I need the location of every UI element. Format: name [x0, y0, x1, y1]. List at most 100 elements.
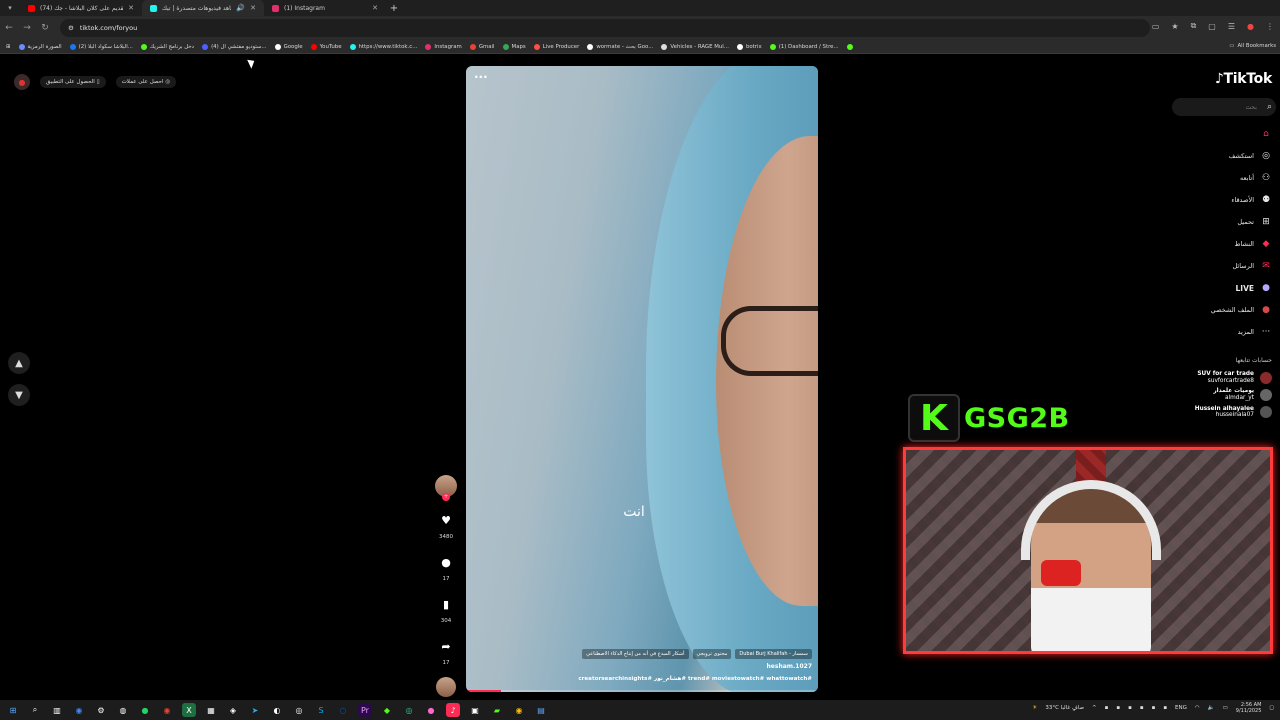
sidebar-item-live[interactable]: LIVE ● — [1236, 277, 1273, 299]
app-icon[interactable]: ● — [424, 703, 438, 717]
video-hashtags[interactable]: creatorsearchinsights# هشام_نور# trend# … — [578, 676, 812, 682]
premiere-icon[interactable]: Pr — [358, 703, 372, 717]
video-more-options-icon[interactable]: ··· — [474, 70, 488, 84]
tray-icon[interactable]: ▪ — [1163, 705, 1167, 711]
profile-avatar[interactable]: ● — [1247, 22, 1254, 31]
previous-video-button[interactable]: ▲ — [8, 352, 30, 374]
whatsapp-icon[interactable]: ● — [138, 703, 152, 717]
forward-icon[interactable]: → — [18, 23, 36, 33]
get-app-button[interactable]: الحصول على التطبيق ▯ — [40, 76, 106, 88]
get-coins-button[interactable]: احصل على عملات ◎ — [115, 76, 177, 88]
sidebar-item-friends[interactable]: الأصدقاء ⚉ — [1231, 189, 1272, 211]
obs-icon[interactable]: ◍ — [116, 703, 130, 717]
tab-tiktok[interactable]: شاهد فيديوهات متصدرة | تيك 🔊 ✕ — [142, 0, 264, 16]
tray-icon[interactable]: ▪ — [1140, 705, 1144, 711]
notification-icon[interactable]: ◻ — [1269, 705, 1274, 711]
following-account[interactable]: يوميات علمدار almdar_yt — [1213, 388, 1272, 401]
menu-icon[interactable]: ☰ — [1228, 22, 1235, 31]
video-player[interactable]: ··· انت أشكار المبدع في أنه من إنتاج الذ… — [466, 66, 818, 692]
bookmark-item[interactable]: Google — [274, 43, 303, 50]
settings-icon[interactable]: ⚙ — [94, 703, 108, 717]
chrome-icon[interactable]: ◉ — [72, 703, 86, 717]
video-tag[interactable]: أشكار المبدع في أنه من إنتاج الذكاء الاص… — [582, 649, 689, 659]
task-view-icon[interactable]: ▥ — [50, 703, 64, 717]
bookmark-item[interactable]: Gmail — [469, 43, 495, 50]
tray-icon[interactable]: ▪ — [1128, 705, 1132, 711]
video-author[interactable]: hesham.1027 — [767, 663, 812, 670]
bookmark-item[interactable]: Maps — [502, 43, 526, 50]
steam-icon[interactable]: ◎ — [292, 703, 306, 717]
app-icon[interactable]: ◐ — [270, 703, 284, 717]
excel-icon[interactable]: X — [182, 703, 196, 717]
heart-icon[interactable]: ♥ — [435, 509, 457, 531]
bookmark-item[interactable]: https://www.tiktok.c... — [349, 43, 417, 50]
tiktok-icon[interactable]: ♪ — [446, 703, 460, 717]
bookmark-item[interactable]: botrix — [736, 43, 762, 50]
chrome-icon[interactable]: ◉ — [160, 703, 174, 717]
comment-icon[interactable]: ● — [435, 551, 457, 573]
cast-icon[interactable]: ▭ — [1152, 22, 1160, 31]
capcut-icon[interactable]: ◈ — [226, 703, 240, 717]
tray-icon[interactable]: ▪ — [1116, 705, 1120, 711]
tab-instagram[interactable]: (1) Instagram ✕ — [264, 0, 386, 16]
tab-search-icon[interactable]: ▾ — [0, 4, 20, 12]
site-info-icon[interactable]: ⚙ — [68, 24, 74, 32]
close-icon[interactable]: ✕ — [372, 4, 378, 12]
apps-grid-icon[interactable]: ⊞ — [6, 44, 11, 50]
wifi-icon[interactable]: ◠ — [1195, 705, 1200, 711]
app-icon[interactable]: ▤ — [534, 703, 548, 717]
close-icon[interactable]: ✕ — [250, 4, 256, 12]
following-account[interactable]: Hussein alhayalee husseinala07 — [1195, 406, 1272, 419]
bookmark-star-icon[interactable]: ★ — [1171, 22, 1178, 31]
address-bar[interactable]: ⚙ tiktok.com/foryou — [60, 19, 1150, 37]
sidebar-item-upload[interactable]: تحميل ⊞ — [1237, 211, 1272, 233]
bookmark-item[interactable]: (4) ستوديو مفتشي ال... — [202, 43, 267, 50]
creator-avatar[interactable]: + — [435, 475, 457, 501]
video-tag[interactable]: محتوى ترويجي — [692, 649, 732, 659]
following-account[interactable]: SUV for car trade suvforcartrade8 — [1197, 371, 1272, 384]
sidebar-item-messages[interactable]: الرسائل ✉ — [1232, 255, 1272, 277]
bookmark-item[interactable]: الصورة الرمزية — [18, 43, 62, 50]
comment-action[interactable]: ● 17 — [435, 551, 457, 583]
bookmark-item[interactable] — [846, 43, 853, 50]
app-icon[interactable]: ▦ — [204, 703, 218, 717]
tab-groups-icon[interactable]: ▢ — [1208, 22, 1216, 31]
sidebar-item-home[interactable]: ⌂ — [1254, 123, 1272, 145]
search-icon[interactable]: ⌕ — [1267, 102, 1272, 112]
follow-plus-icon[interactable]: + — [442, 493, 450, 501]
tiktok-logo[interactable]: ♪TikTok — [1215, 71, 1272, 87]
save-action[interactable]: ▮ 304 — [435, 593, 457, 625]
extensions-icon[interactable]: ⧉ — [1191, 21, 1197, 31]
chevron-up-icon[interactable]: ^ — [1092, 705, 1097, 711]
new-tab-button[interactable]: + — [386, 3, 402, 14]
battery-icon[interactable]: ▭ — [1223, 705, 1228, 711]
kick-icon[interactable]: ▰ — [490, 703, 504, 717]
bookmark-item[interactable]: دخل برنامج الشريك — [140, 43, 194, 50]
chrome-icon[interactable]: ◉ — [512, 703, 526, 717]
bookmark-icon[interactable]: ▮ — [435, 593, 457, 615]
sidebar-item-activity[interactable]: النشاط ◆ — [1234, 233, 1272, 255]
tray-icon[interactable]: ▪ — [1105, 705, 1109, 711]
bookmark-item[interactable]: (2) البلاشا سكواد البلا... — [69, 43, 133, 50]
start-icon[interactable]: ⊞ — [6, 703, 20, 717]
tab-youtube[interactable]: (74) تقديم على كلان البلاشا - جك ✕ — [20, 0, 142, 16]
sidebar-item-more[interactable]: المزيد ··· — [1238, 321, 1272, 343]
search-input[interactable]: بحث ⌕ — [1172, 98, 1276, 116]
sound-avatar[interactable] — [436, 677, 456, 697]
video-progress-bar[interactable] — [466, 690, 818, 692]
back-icon[interactable]: ← — [0, 23, 18, 33]
app-icon[interactable]: ▣ — [468, 703, 482, 717]
bookmark-item[interactable]: YouTube — [310, 43, 342, 50]
all-bookmarks-button[interactable]: ▭ All Bookmarks — [1229, 43, 1276, 49]
next-video-button[interactable]: ▼ — [8, 384, 30, 406]
bookmark-item[interactable]: (1) Dashboard / Stre... — [769, 43, 839, 50]
bookmark-item[interactable]: Instagram — [425, 43, 462, 50]
skype-icon[interactable]: S — [314, 703, 328, 717]
language-indicator[interactable]: ENG — [1175, 705, 1187, 711]
messenger-icon[interactable]: ◌ — [336, 703, 350, 717]
sidebar-item-following[interactable]: أتابعه ⚇ — [1240, 167, 1272, 189]
edge-icon[interactable]: ◎ — [402, 703, 416, 717]
app-icon[interactable]: ◆ — [380, 703, 394, 717]
bookmark-item[interactable]: Live Producer — [533, 43, 579, 50]
tray-icon[interactable]: ▪ — [1152, 705, 1156, 711]
